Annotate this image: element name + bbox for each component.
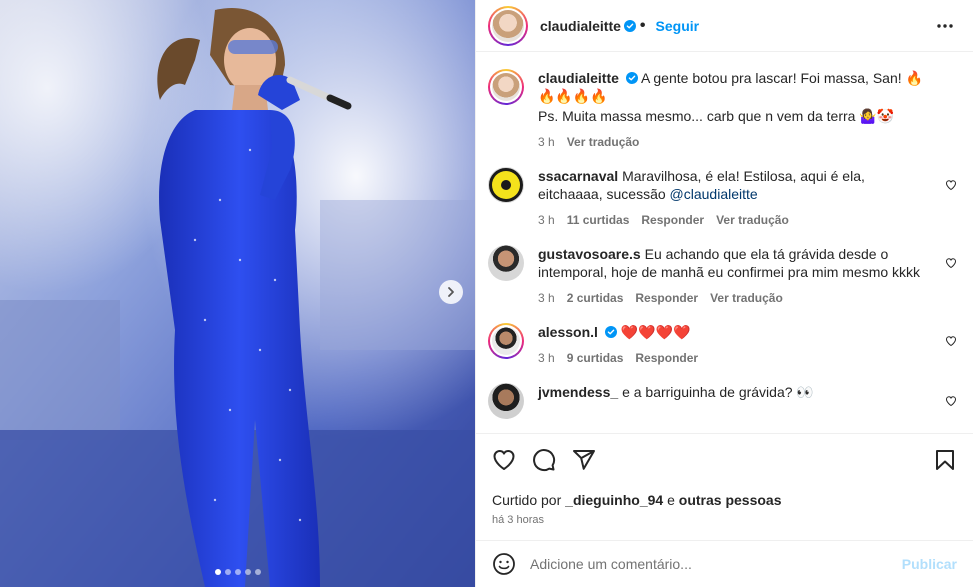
author-avatar[interactable] [488,69,524,105]
comment-item: ssacarnaval Maravilhosa, é ela! Estilosa… [488,167,957,229]
like-heart-icon[interactable] [492,448,516,472]
see-translation-link[interactable]: Ver tradução [567,133,640,151]
more-options-button[interactable] [933,14,957,38]
comment-time[interactable]: 3 h [538,289,555,307]
comments-list[interactable]: claudialeitte A gente botou pra lascar! … [476,53,973,433]
author-username[interactable]: claudialeitte [540,18,621,34]
post-actions: Curtido por _dieguinho_94 e outras pesso… [476,433,973,526]
verified-badge-icon [604,326,617,338]
carousel-indicator [0,569,475,575]
post-timestamp[interactable]: há 3 horas [492,514,957,526]
commenter-avatar[interactable] [488,167,524,203]
commenter-username[interactable]: gustavosoare.s [538,246,641,262]
caption-text-ps: Ps. Muita massa mesmo... carb que n vem … [538,108,895,124]
save-bookmark-icon[interactable] [933,448,957,472]
more-options-icon [937,23,953,28]
commenter-username[interactable]: ssacarnaval [538,168,618,184]
commenter-username[interactable]: jvmendess_ [538,384,618,400]
carousel-next-button[interactable] [439,280,463,304]
mention-link[interactable]: @claudialeitte [670,186,758,202]
comment-time[interactable]: 3 h [538,133,555,151]
commenter-username[interactable]: alesson.l [538,324,598,340]
post-panel: claudialeitte • Seguir claudialeitte A g… [475,0,973,587]
likes-prefix: Curtido por [492,492,566,508]
liked-by-user[interactable]: _dieguinho_94 [565,492,663,508]
comment-likes[interactable]: 11 curtidas [567,211,630,229]
carousel-dot [254,569,261,575]
others-link[interactable]: outras pessoas [679,492,782,508]
post-header: claudialeitte • Seguir [476,0,973,52]
like-comment-heart-icon[interactable] [945,179,957,191]
commenter-avatar[interactable] [488,323,524,359]
publish-button[interactable]: Publicar [902,556,957,572]
see-translation-link[interactable]: Ver tradução [716,211,789,229]
author-avatar[interactable] [488,5,528,46]
carousel-dot [214,569,221,575]
carousel-dot [244,569,251,575]
likes-middle: e [663,492,679,508]
comment-bubble-icon[interactable] [532,448,556,472]
carousel-dot [234,569,241,575]
caption: claudialeitte A gente botou pra lascar! … [488,69,957,151]
comment-item: jvmendess_ e a barriguinha de grávida? 👀 [488,383,957,419]
like-comment-heart-icon[interactable] [945,395,957,407]
author-username[interactable]: claudialeitte [538,70,619,86]
verified-badge-icon [625,72,638,84]
comment-likes[interactable]: 2 curtidas [567,289,624,307]
like-comment-heart-icon[interactable] [945,335,957,347]
reply-button[interactable]: Responder [635,289,698,307]
reply-button[interactable]: Responder [641,211,704,229]
comment-text: e a barriguinha de grávida? 👀 [622,384,814,400]
comment-likes[interactable]: 9 curtidas [567,349,624,367]
comment-item: gustavosoare.s Eu achando que ela tá grá… [488,245,957,307]
carousel-dot [224,569,231,575]
comment-input[interactable] [530,556,902,572]
commenter-avatar[interactable] [488,245,524,281]
add-comment-bar: Publicar [476,540,973,587]
like-comment-heart-icon[interactable] [945,257,957,269]
likes-summary: Curtido por _dieguinho_94 e outras pesso… [492,492,957,508]
comment-time[interactable]: 3 h [538,349,555,367]
follow-button[interactable]: Seguir [656,18,700,34]
chevron-right-icon [448,287,454,297]
comment-item: alesson.l ❤️❤️❤️❤️ 3 h 9 curtidas Respon… [488,323,957,367]
comment-time[interactable]: 3 h [538,211,555,229]
reply-button[interactable]: Responder [635,349,698,367]
commenter-avatar[interactable] [488,383,524,419]
verified-badge-icon [623,19,636,32]
post-media[interactable] [0,0,475,587]
share-paper-plane-icon[interactable] [572,448,596,472]
emoji-icon[interactable] [492,552,516,576]
comment-text: ❤️❤️❤️❤️ [620,324,691,340]
post-photo [0,0,475,587]
see-translation-link[interactable]: Ver tradução [710,289,783,307]
separator-dot: • [639,16,646,34]
